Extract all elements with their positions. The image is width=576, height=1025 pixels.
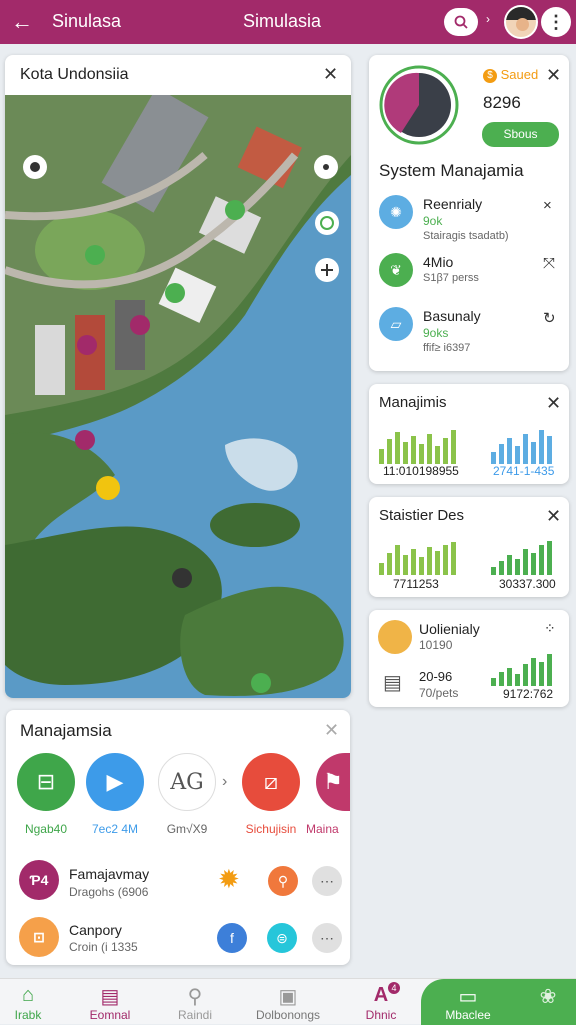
search-icon: ⚲ [187, 986, 203, 1008]
close-icon[interactable]: ✕ [546, 393, 561, 414]
facebook-icon[interactable]: f [217, 923, 247, 953]
more-icon[interactable]: ⁘ [544, 620, 556, 637]
flag-icon[interactable]: ⚑ [316, 753, 350, 811]
more-vertical-icon[interactable]: ⋮ [541, 7, 571, 37]
notification-badge: 4 [388, 982, 400, 994]
plus-icon[interactable] [315, 258, 339, 282]
user-badge-icon: Ƥ4 [19, 860, 59, 900]
close-icon[interactable]: ✕ [323, 64, 338, 85]
font-icon: A [373, 984, 389, 1006]
search-icon[interactable] [444, 8, 478, 36]
managements-card: Manajimis ✕ 11:010198955 2741-1-435 [369, 384, 569, 484]
card-title: Staistier Des [379, 507, 465, 524]
bar-chart [491, 539, 561, 575]
map-pin-icon[interactable] [85, 245, 105, 265]
nav-item-font[interactable]: A 4 Dhnic [331, 979, 431, 1025]
card-title: Manajimis [379, 394, 447, 411]
refresh-icon[interactable]: ↻ [543, 309, 556, 327]
close-icon[interactable]: ✕ [324, 720, 339, 741]
coin-icon: $ [483, 68, 497, 83]
sun-icon[interactable]: ✹ [218, 864, 240, 894]
shuffle-icon[interactable]: ⤧ [543, 255, 555, 272]
bar-chart [491, 652, 561, 686]
game-icon[interactable]: ⊜ [267, 923, 297, 953]
city-map[interactable] [5, 95, 351, 698]
close-icon[interactable]: ✕ [546, 506, 561, 527]
header-title-left: Sinulasa [52, 11, 122, 31]
map-pin-icon[interactable] [23, 155, 47, 179]
search-icon[interactable]: ⚲ [268, 866, 298, 896]
close-icon[interactable]: ✕ [546, 65, 561, 86]
bar-chart [379, 426, 459, 464]
bar-chart [379, 539, 459, 575]
card-title: Manajamsia [20, 721, 112, 740]
map-pin-icon[interactable] [172, 568, 192, 588]
list-item[interactable]: ▱ Basunaly 9oks ffif≥ i6397 ↻ [379, 305, 564, 361]
map-pin-icon[interactable] [225, 200, 245, 220]
list-item[interactable]: ❦ 4Mio S1β7 perss ⤧ [379, 251, 564, 307]
map-pin-icon[interactable] [130, 315, 150, 335]
chart-icon: ▱ [379, 307, 413, 341]
briefcase-icon: ⊡ [19, 917, 59, 957]
system-title: System Manajamia [379, 161, 524, 180]
nav-item-documents[interactable]: ▣ Dolbonongs [238, 979, 338, 1025]
saved-badge: $ Saued [483, 67, 538, 83]
avatar[interactable] [504, 5, 538, 39]
more-icon[interactable]: ⋯ [312, 923, 342, 953]
map-pin-icon[interactable] [77, 335, 97, 355]
ag-icon[interactable]: AG [158, 753, 216, 811]
management-card: Manajamsia ✕ ⊟ Ngab40 ▶ 7ec2 4M AG Gm√X9… [6, 710, 350, 965]
screen-icon[interactable]: ⧄ [242, 753, 300, 811]
map-pin-icon[interactable] [251, 673, 271, 693]
statistics-card: Staistier Des ✕ 7711253 30337.300 [369, 497, 569, 597]
map-pin-icon[interactable] [96, 476, 120, 500]
map-pin-icon[interactable] [315, 211, 339, 235]
nav-item-flower[interactable]: ❀ [498, 979, 576, 1025]
map-card: Kota Undonsiia ✕ [5, 55, 351, 698]
leaf-icon: ❦ [379, 253, 413, 287]
flower-icon: ❀ [539, 986, 557, 1008]
avatar [378, 620, 412, 654]
bag-icon[interactable]: ⊟ [17, 753, 75, 811]
bar-chart [491, 426, 561, 464]
amount-value: 8296 [483, 93, 521, 112]
nav-item-search[interactable]: ⚲ Raindi [145, 979, 245, 1025]
printer-icon: ▤ [383, 672, 402, 694]
app-header: ← Sinulasa Simulasia › ⋮ [0, 0, 576, 44]
stats-card: $ Saued ✕ 8296 Sbous System Manajamia ✺ … [369, 55, 569, 371]
bonus-button[interactable]: Sbous [482, 122, 559, 147]
map-pin-icon[interactable] [75, 430, 95, 450]
donut-chart [379, 65, 459, 145]
grid-icon[interactable] [314, 155, 338, 179]
close-icon[interactable]: × [543, 197, 552, 214]
header-title-center: Simulasia [243, 11, 322, 31]
gear-icon: ✺ [379, 195, 413, 229]
chevron-down-icon[interactable]: › [486, 12, 490, 26]
profile-card: Uolienialy 10190 ⁘ ▤ 20-96 70/pets 9172:… [369, 610, 569, 707]
map-pin-icon[interactable] [165, 283, 185, 303]
more-icon[interactable]: ⋯ [312, 866, 342, 896]
chevron-right-icon: › [222, 773, 228, 790]
back-arrow-icon[interactable]: ← [8, 8, 36, 36]
map-card-title: Kota Undonsiia [20, 66, 129, 83]
document-icon: ▣ [278, 986, 298, 1008]
play-icon[interactable]: ▶ [86, 753, 144, 811]
bottom-navigation: ⌂ Irabk ▤ Eomnal ⚲ Raindi ▣ Dolbonongs A… [0, 978, 576, 1025]
list-item[interactable]: ✺ Reenrialy 9ok Stairagis tsadatb) × [379, 193, 564, 249]
